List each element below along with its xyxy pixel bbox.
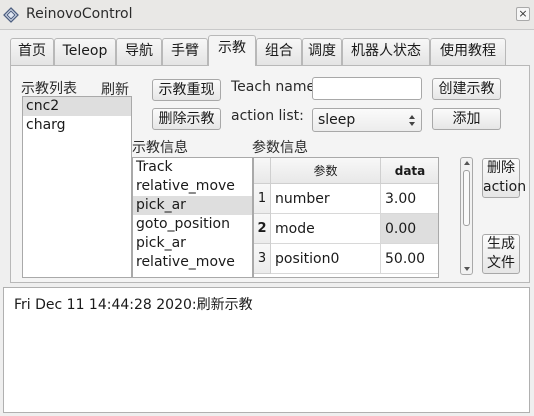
add-action-button[interactable]: 添加 bbox=[432, 108, 501, 130]
tab-teleop[interactable]: Teleop bbox=[54, 38, 116, 65]
action-list-label: action list: bbox=[231, 108, 304, 124]
teach-panel: 示教列表 刷新 cnc2 charg 示教重现 删除示教 Teach name:… bbox=[10, 65, 530, 283]
list-item[interactable]: Track bbox=[133, 158, 252, 177]
table-corner bbox=[254, 158, 271, 184]
table-header-data[interactable]: data bbox=[381, 158, 438, 184]
list-item[interactable]: charg bbox=[23, 116, 131, 135]
table-scrollbar[interactable] bbox=[460, 157, 473, 275]
create-teach-button[interactable]: 创建示教 bbox=[432, 78, 501, 100]
title-bar: ReinovoControl × bbox=[0, 0, 534, 30]
scrollbar-thumb[interactable] bbox=[463, 170, 470, 226]
action-select[interactable]: sleep bbox=[312, 108, 422, 132]
action-select-value: sleep bbox=[318, 112, 356, 128]
teach-name-input[interactable] bbox=[312, 77, 422, 100]
tab-arm[interactable]: 手臂 bbox=[162, 38, 208, 65]
delete-action-label-line1: 删除 bbox=[487, 160, 515, 176]
row-number[interactable]: 1 bbox=[254, 184, 271, 214]
delete-action-button[interactable]: 删除 action bbox=[482, 158, 527, 198]
delete-teach-button[interactable]: 删除示教 bbox=[152, 108, 221, 130]
tab-robot-status[interactable]: 机器人状态 bbox=[342, 38, 430, 65]
table-header-param[interactable]: 参数 bbox=[271, 158, 381, 184]
log-line: Fri Dec 11 14:44:28 2020:刷新示教 bbox=[14, 297, 253, 313]
tab-home[interactable]: 首页 bbox=[10, 38, 54, 65]
scroll-up-icon[interactable] bbox=[463, 160, 471, 166]
delete-action-label-line2: action bbox=[483, 179, 527, 195]
generate-file-button[interactable]: 生成 文件 bbox=[482, 234, 520, 274]
app-icon bbox=[3, 7, 19, 23]
list-item[interactable]: relative_move bbox=[133, 177, 252, 196]
params-table[interactable]: 参数 data 1 number 3.00 2 mode 0.00 3 posi… bbox=[253, 157, 439, 278]
list-item[interactable]: cnc2 bbox=[23, 97, 131, 116]
action-list[interactable]: Track relative_move pick_ar goto_positio… bbox=[132, 157, 253, 278]
teach-name-label: Teach name: bbox=[231, 79, 320, 95]
table-cell-data[interactable]: 0.00 bbox=[381, 214, 438, 244]
close-button[interactable]: × bbox=[516, 7, 530, 21]
params-info-title: 参数信息 bbox=[252, 140, 308, 156]
table-cell-param[interactable]: position0 bbox=[271, 244, 381, 274]
generate-file-label-line1: 生成 bbox=[487, 236, 515, 252]
row-number[interactable]: 2 bbox=[254, 214, 271, 244]
table-cell-data[interactable]: 3.00 bbox=[381, 184, 438, 214]
window-title: ReinovoControl bbox=[26, 6, 133, 22]
teach-list[interactable]: cnc2 charg bbox=[22, 96, 132, 278]
table-cell-param[interactable]: mode bbox=[271, 214, 381, 244]
tab-combine[interactable]: 组合 bbox=[256, 38, 302, 65]
list-item[interactable]: goto_position bbox=[133, 215, 252, 234]
tab-teach[interactable]: 示教 bbox=[208, 35, 256, 66]
table-cell-data[interactable]: 50.00 bbox=[381, 244, 438, 274]
updown-arrows-icon bbox=[409, 115, 415, 126]
list-item[interactable]: pick_ar bbox=[133, 234, 252, 253]
tab-schedule[interactable]: 调度 bbox=[302, 38, 342, 65]
replay-teach-button[interactable]: 示教重现 bbox=[152, 79, 221, 101]
scroll-down-icon[interactable] bbox=[463, 266, 471, 272]
tab-navigation[interactable]: 导航 bbox=[116, 38, 162, 65]
row-number[interactable]: 3 bbox=[254, 244, 271, 274]
table-cell-param[interactable]: number bbox=[271, 184, 381, 214]
teach-list-title: 示教列表 bbox=[21, 81, 77, 97]
list-item[interactable]: pick_ar bbox=[133, 196, 252, 215]
tab-tutorial[interactable]: 使用教程 bbox=[430, 38, 506, 65]
teach-info-title: 示教信息 bbox=[132, 140, 188, 156]
generate-file-label-line2: 文件 bbox=[487, 255, 515, 271]
log-output[interactable]: Fri Dec 11 14:44:28 2020:刷新示教 bbox=[3, 287, 530, 413]
list-item[interactable]: relative_move bbox=[133, 253, 252, 272]
